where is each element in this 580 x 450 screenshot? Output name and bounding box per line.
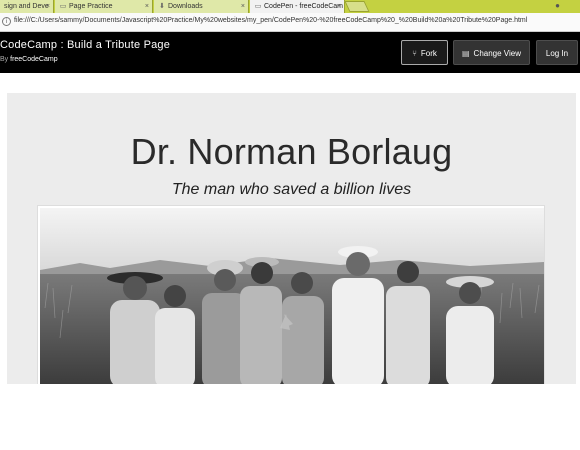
tab-page-practice[interactable]: ▭ Page Practice × <box>55 0 153 13</box>
tab-design[interactable]: sign and Deve × <box>0 0 54 13</box>
tribute-subheading: The man who saved a billion lives <box>171 181 412 198</box>
address-bar[interactable]: i file:///C:/Users/sammy/Documents/Javas… <box>0 13 580 32</box>
login-label: Log In <box>545 49 569 58</box>
close-icon[interactable]: × <box>145 0 149 13</box>
page-icon: ▭ <box>59 3 67 10</box>
new-tab-button[interactable] <box>344 1 370 12</box>
tribute-image-frame <box>37 205 545 385</box>
preview-area: Dr. Norman Borlaug The man who saved a b… <box>0 73 580 385</box>
change-view-button[interactable]: ▤ Change View <box>453 40 530 65</box>
tab-label: Page Practice <box>69 3 113 10</box>
tribute-page: Dr. Norman Borlaug The man who saved a b… <box>7 93 576 385</box>
profile-icon[interactable]: ● <box>555 1 560 10</box>
close-icon[interactable]: × <box>241 0 245 13</box>
url-text[interactable]: file:///C:/Users/sammy/Documents/Javascr… <box>14 17 527 24</box>
tab-label: Downloads <box>168 3 203 10</box>
fork-button[interactable]: ⑂ Fork <box>401 40 448 65</box>
codepen-header: CodeCamp : Build a Tribute Page By freeC… <box>0 32 580 73</box>
fork-label: Fork <box>420 49 437 58</box>
tab-label: CodePen - freeCodeCam <box>264 3 343 10</box>
tab-downloads[interactable]: ⬇ Downloads × <box>154 0 249 13</box>
tab-codepen[interactable]: ▭ CodePen - freeCodeCam × <box>250 0 345 13</box>
pen-title: CodeCamp : Build a Tribute Page <box>0 39 171 51</box>
fork-icon: ⑂ <box>412 49 417 58</box>
page-blank-area <box>0 384 580 450</box>
layout-icon: ▤ <box>461 49 470 58</box>
tribute-heading: Dr. Norman Borlaug <box>130 131 453 172</box>
page-icon: ▭ <box>254 3 262 10</box>
by-prefix: By <box>0 56 9 63</box>
login-button[interactable]: Log In <box>536 40 578 65</box>
author-link[interactable]: freeCodeCamp <box>10 56 57 63</box>
tab-label: sign and Deve <box>4 3 49 10</box>
close-icon[interactable]: × <box>46 0 50 13</box>
tribute-photo <box>40 208 544 384</box>
download-icon: ⬇ <box>159 3 165 10</box>
info-icon[interactable]: i <box>2 17 11 26</box>
change-view-label: Change View <box>473 49 521 58</box>
pen-byline: By freeCodeCamp <box>0 56 58 63</box>
browser-tab-bar: sign and Deve × ▭ Page Practice × ⬇ Downlo… <box>0 0 580 13</box>
close-icon[interactable]: × <box>337 0 341 13</box>
